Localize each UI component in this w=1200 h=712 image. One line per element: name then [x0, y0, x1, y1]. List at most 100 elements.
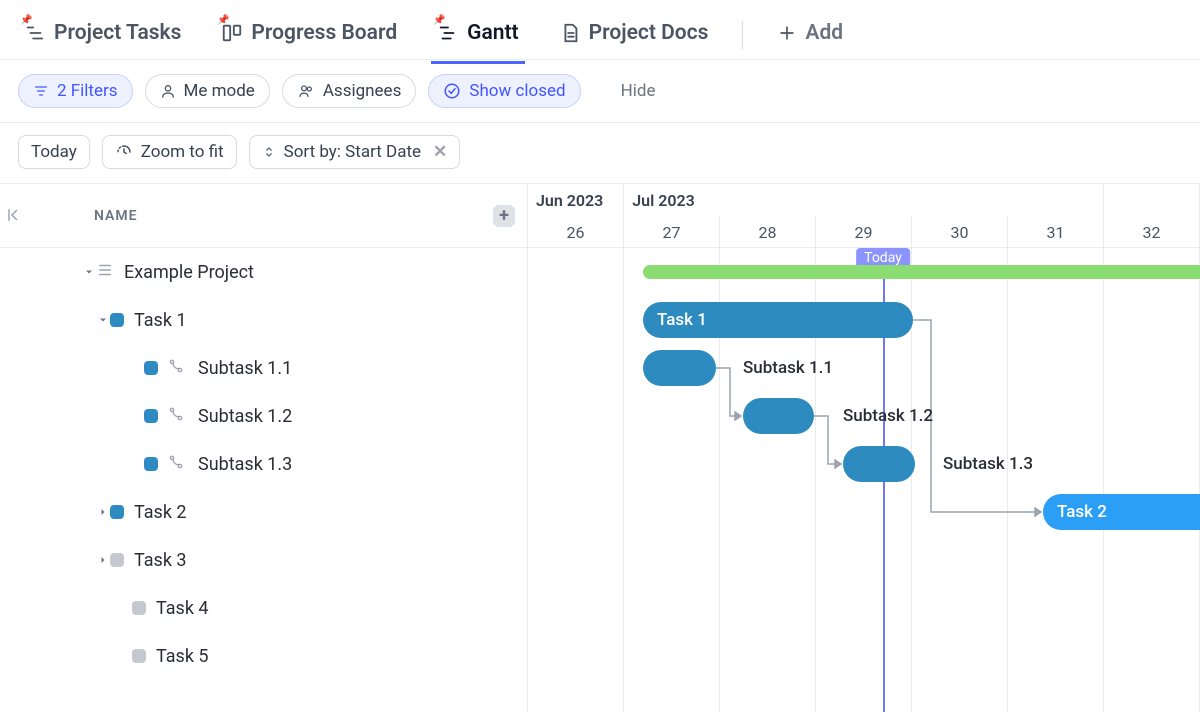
week-label: 28	[720, 216, 816, 248]
task-label: Subtask 1.1	[198, 358, 292, 379]
tab-gantt[interactable]: 📌 Gantt	[431, 7, 524, 63]
gantt-bar[interactable]	[643, 350, 716, 386]
task-label: Task 1	[134, 310, 187, 331]
timeline-body[interactable]: Today Task 1Subtask 1.1Subtask 1.2Subtas…	[528, 248, 1200, 712]
timeline-panel[interactable]: Jun 2023Jul 2023 26272829303132 Today Ta…	[528, 184, 1200, 712]
check-circle-icon	[443, 82, 461, 100]
expand-icon[interactable]	[82, 266, 96, 278]
show-closed-label: Show closed	[469, 81, 565, 101]
zoom-to-fit-button[interactable]: Zoom to fit	[102, 135, 237, 169]
task-label: Task 3	[134, 550, 187, 571]
sort-by-button[interactable]: Sort by: Start Date ✕	[249, 135, 461, 169]
gantt-bar[interactable]: Task 2	[1043, 494, 1200, 530]
pin-icon: 📌	[217, 15, 229, 26]
task-row[interactable]: Task 1	[0, 296, 527, 344]
task-label: Task 2	[134, 502, 187, 523]
bar-label: Subtask 1.1	[743, 358, 833, 378]
add-column-button[interactable]	[493, 205, 515, 227]
tree-header: NAME	[0, 184, 527, 248]
expand-icon[interactable]	[96, 314, 110, 326]
status-chip[interactable]	[132, 601, 146, 615]
filter-icon	[33, 83, 49, 99]
tab-label: Project Tasks	[54, 21, 181, 45]
status-chip[interactable]	[144, 361, 158, 375]
bars-layer: Task 1 Subtask 1.1 Subtask 1.2 Subtask 1.3 T…	[528, 248, 1200, 712]
show-closed-chip[interactable]: Show closed	[428, 74, 580, 108]
week-label: 26	[528, 216, 624, 248]
filters-label: 2 Filters	[57, 81, 118, 101]
task-row[interactable]: Subtask 1.1	[0, 344, 527, 392]
week-label: 27	[624, 216, 720, 248]
tab-project-docs[interactable]: Project Docs	[553, 7, 715, 63]
me-mode-label: Me mode	[184, 81, 255, 101]
doc-icon	[559, 22, 581, 44]
filters-chip[interactable]: 2 Filters	[18, 74, 133, 108]
zoom-icon	[115, 143, 133, 161]
task-row[interactable]: Task 5	[0, 632, 527, 680]
pin-icon: 📌	[20, 15, 32, 26]
task-label: Subtask 1.2	[198, 406, 292, 427]
status-chip[interactable]	[132, 649, 146, 663]
zoom-label: Zoom to fit	[141, 142, 224, 162]
task-label: Subtask 1.3	[198, 454, 292, 475]
task-label: Task 5	[156, 646, 209, 667]
status-chip[interactable]	[144, 409, 158, 423]
divider	[742, 21, 743, 49]
tab-label: Gantt	[467, 21, 518, 45]
tab-progress-board[interactable]: 📌 Progress Board	[215, 7, 403, 63]
tab-project-tasks[interactable]: 📌 Project Tasks	[18, 7, 187, 63]
task-row[interactable]: Subtask 1.2	[0, 392, 527, 440]
add-view-button[interactable]: Add	[771, 7, 849, 63]
bar-label: Subtask 1.3	[943, 454, 1033, 474]
month-label: Jun 2023	[528, 184, 624, 216]
expand-icon[interactable]	[96, 506, 110, 518]
tab-label: Project Docs	[589, 21, 709, 45]
gantt-bar[interactable]	[643, 265, 1200, 279]
sort-label: Sort by: Start Date	[284, 142, 421, 162]
subtask-icon	[168, 406, 184, 427]
gantt-bar[interactable]	[843, 446, 915, 482]
list-icon	[96, 261, 114, 284]
add-view-label: Add	[805, 21, 843, 45]
month-label	[1104, 184, 1200, 216]
task-row[interactable]: Subtask 1.3	[0, 440, 527, 488]
assignees-label: Assignees	[323, 81, 402, 101]
task-row[interactable]: Task 2	[0, 488, 527, 536]
gantt-view: NAME Example Project Task 1 Subtask 1.1 Sub…	[0, 183, 1200, 712]
gantt-bar[interactable]	[743, 398, 814, 434]
sort-icon	[262, 144, 276, 160]
week-row: 26272829303132	[528, 216, 1200, 248]
timeline-header: Jun 2023Jul 2023 26272829303132	[528, 184, 1200, 248]
task-row[interactable]: Task 3	[0, 536, 527, 584]
week-label: 30	[912, 216, 1008, 248]
task-tree-panel: NAME Example Project Task 1 Subtask 1.1 Sub…	[0, 184, 528, 712]
task-label: Example Project	[124, 262, 254, 283]
task-row[interactable]: Example Project	[0, 248, 527, 296]
tab-label: Progress Board	[251, 21, 397, 45]
today-label: Today	[31, 142, 77, 162]
week-label: 31	[1008, 216, 1104, 248]
status-chip[interactable]	[144, 457, 158, 471]
status-chip[interactable]	[110, 553, 124, 567]
view-tabs: 📌 Project Tasks 📌 Progress Board 📌 Gantt…	[0, 0, 1200, 60]
hide-button[interactable]: Hide	[621, 81, 656, 101]
today-button[interactable]: Today	[18, 135, 90, 169]
task-tree: Example Project Task 1 Subtask 1.1 Subtask …	[0, 248, 527, 680]
subtask-icon	[168, 454, 184, 475]
plus-icon	[777, 23, 797, 43]
gantt-toolbar: Today Zoom to fit Sort by: Start Date ✕	[0, 123, 1200, 183]
bar-label: Subtask 1.2	[843, 406, 933, 426]
collapse-panel-icon[interactable]	[6, 206, 24, 228]
expand-icon[interactable]	[96, 554, 110, 566]
assignees-chip[interactable]: Assignees	[282, 74, 417, 108]
status-chip[interactable]	[110, 505, 124, 519]
clear-sort-icon[interactable]: ✕	[433, 142, 447, 162]
week-label: 29	[816, 216, 912, 248]
people-icon	[297, 83, 315, 99]
gantt-bar[interactable]: Task 1	[643, 302, 913, 338]
task-row[interactable]: Task 4	[0, 584, 527, 632]
me-mode-chip[interactable]: Me mode	[145, 74, 270, 108]
filter-bar: 2 Filters Me mode Assignees Show closed …	[0, 60, 1200, 123]
status-chip[interactable]	[110, 313, 124, 327]
task-label: Task 4	[156, 598, 209, 619]
